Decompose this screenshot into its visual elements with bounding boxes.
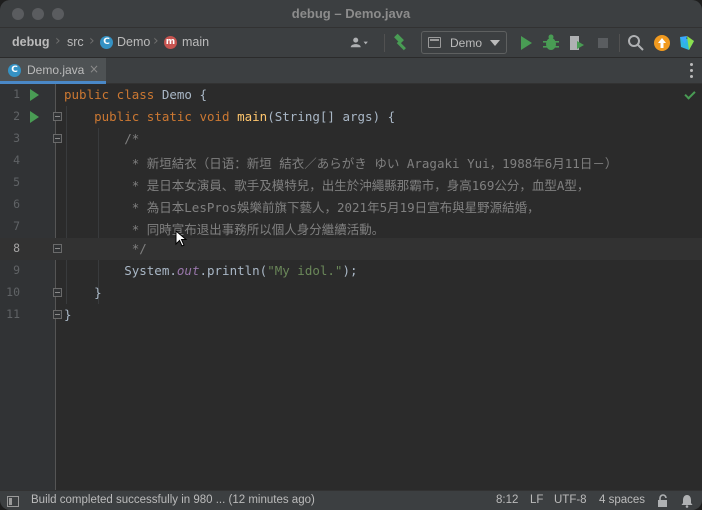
- method-icon: m: [164, 36, 177, 49]
- run-gutter-icon[interactable]: [30, 111, 39, 123]
- breadcrumb-separator: ›: [153, 33, 159, 49]
- chevron-down-icon: [490, 40, 500, 46]
- fold-icon[interactable]: [53, 310, 62, 319]
- run-icon[interactable]: [516, 33, 536, 53]
- fold-icon[interactable]: [53, 112, 62, 121]
- ide-window: debug – Demo.java debug › src › C Demo ›…: [0, 0, 702, 510]
- fold-icon[interactable]: [53, 134, 62, 143]
- notifications-icon[interactable]: [680, 494, 694, 508]
- breadcrumb-separator: ›: [55, 33, 61, 49]
- class-icon: C: [100, 36, 113, 49]
- title-bar: debug – Demo.java: [0, 0, 702, 28]
- run-configuration-label: Demo: [450, 36, 483, 50]
- code-line-10: 10 }: [0, 282, 702, 304]
- build-hammer-icon[interactable]: [392, 33, 412, 53]
- breadcrumb-method[interactable]: main: [182, 35, 209, 49]
- line-number: 7: [13, 219, 20, 233]
- java-class-icon: C: [8, 64, 21, 77]
- search-icon[interactable]: [626, 33, 646, 53]
- code-line-6: 6 * 為日本LesPros娛樂前旗下藝人，2021年5月19日宣布與星野源結婚…: [0, 194, 702, 216]
- toolbox-icon[interactable]: [677, 33, 697, 53]
- line-number: 11: [6, 307, 20, 321]
- line-number: 6: [13, 197, 20, 211]
- lock-icon[interactable]: [656, 494, 670, 508]
- code-editor[interactable]: 1 public class Demo { 2 public static vo…: [0, 84, 702, 490]
- more-options-icon[interactable]: [690, 63, 694, 79]
- close-icon[interactable]: ×: [89, 62, 99, 76]
- status-bar: Build completed successfully in 980 ... …: [0, 490, 702, 510]
- caret-position[interactable]: 8:12: [496, 494, 518, 506]
- code-line-1: 1 public class Demo {: [0, 84, 702, 106]
- tab-demo-java[interactable]: C Demo.java ×: [0, 58, 106, 84]
- breadcrumb-src[interactable]: src: [67, 35, 84, 49]
- run-configuration-selector[interactable]: Demo: [421, 31, 507, 54]
- line-number: 1: [13, 87, 20, 101]
- debug-icon[interactable]: [541, 33, 561, 53]
- toolbar-separator: [384, 34, 385, 52]
- tab-label: Demo.java: [27, 63, 85, 77]
- stop-icon[interactable]: [593, 33, 613, 53]
- file-encoding[interactable]: UTF-8: [554, 494, 587, 506]
- status-message[interactable]: Build completed successfully in 980 ... …: [31, 494, 315, 506]
- coverage-icon[interactable]: [566, 33, 586, 53]
- editor-tab-bar: C Demo.java ×: [0, 58, 702, 84]
- code-line-3: 3 /*: [0, 128, 702, 150]
- line-number: 10: [6, 285, 20, 299]
- toolbar-separator: [619, 34, 620, 52]
- code-line-9: 9 System.out.println("My idol.");: [0, 260, 702, 282]
- code-line-11: 11 }: [0, 304, 702, 326]
- code-line-7: 7 * 同時宣布退出事務所以個人身分繼續活動。: [0, 216, 702, 238]
- fold-icon[interactable]: [53, 288, 62, 297]
- code-line-8-current: 8 */: [0, 238, 702, 260]
- fold-icon[interactable]: [53, 244, 62, 253]
- navigation-bar: debug › src › C Demo › m main Demo: [0, 28, 702, 58]
- line-number: 9: [13, 263, 20, 277]
- run-gutter-icon[interactable]: [30, 89, 39, 101]
- indent-setting[interactable]: 4 spaces: [599, 494, 645, 506]
- update-icon[interactable]: [652, 33, 672, 53]
- line-number: 4: [13, 153, 20, 167]
- breadcrumb-class[interactable]: Demo: [117, 35, 150, 49]
- line-number: 3: [13, 131, 20, 145]
- mouse-cursor-icon: [175, 230, 188, 247]
- tool-window-toggle-icon[interactable]: [7, 496, 19, 507]
- line-number: 5: [13, 175, 20, 189]
- code-line-2: 2 public static void main(String[] args)…: [0, 106, 702, 128]
- breadcrumb-separator: ›: [89, 33, 95, 49]
- line-number: 2: [13, 109, 20, 123]
- window-title: debug – Demo.java: [291, 6, 411, 21]
- code-line-4: 4 * 新垣結衣（日语：新垣 結衣／あらがき ゆい Aragaki Yui，19…: [0, 150, 702, 172]
- line-number: 8: [13, 241, 20, 255]
- code-line-5: 5 * 是日本女演員、歌手及模特兒，出生於沖繩縣那霸市，身高169公分，血型A型…: [0, 172, 702, 194]
- line-separator[interactable]: LF: [530, 494, 543, 506]
- user-icon[interactable]: [350, 33, 370, 53]
- breadcrumb-project[interactable]: debug: [12, 35, 50, 49]
- configuration-icon: [428, 37, 441, 48]
